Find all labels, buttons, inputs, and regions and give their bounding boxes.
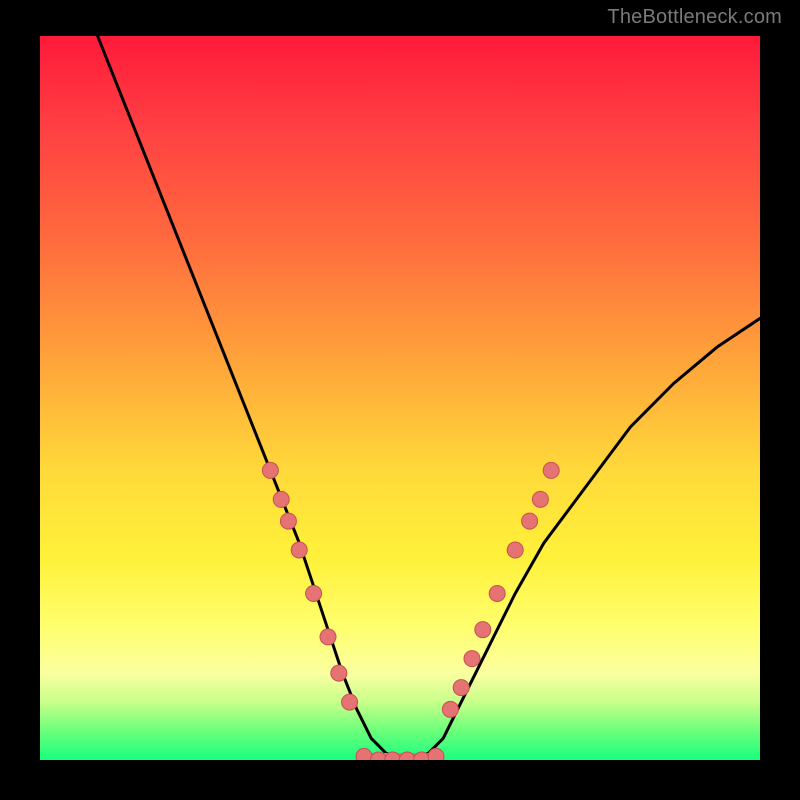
dot-left-5: [320, 629, 336, 645]
dot-right-1: [453, 680, 469, 696]
plot-area: [40, 36, 760, 760]
dot-left-4: [306, 585, 322, 601]
dot-right-6: [522, 513, 538, 529]
dot-right-2: [464, 651, 480, 667]
dot-right-4: [489, 585, 505, 601]
dot-left-6: [331, 665, 347, 681]
dot-bottom-5: [428, 748, 444, 760]
dot-right-3: [475, 622, 491, 638]
chart-svg: [40, 36, 760, 760]
dot-right-8: [543, 462, 559, 478]
bottleneck-curve: [98, 36, 760, 760]
dot-right-5: [507, 542, 523, 558]
dot-bottom-0: [356, 748, 372, 760]
dot-left-7: [342, 694, 358, 710]
chart-frame: TheBottleneck.com: [0, 0, 800, 800]
dot-left-0: [262, 462, 278, 478]
dot-left-1: [273, 491, 289, 507]
dot-left-2: [280, 513, 296, 529]
dot-right-7: [532, 491, 548, 507]
dot-right-0: [442, 701, 458, 717]
watermark-text: TheBottleneck.com: [607, 6, 782, 29]
dots-layer: [262, 462, 559, 760]
dot-left-3: [291, 542, 307, 558]
curve-layer: [98, 36, 760, 760]
